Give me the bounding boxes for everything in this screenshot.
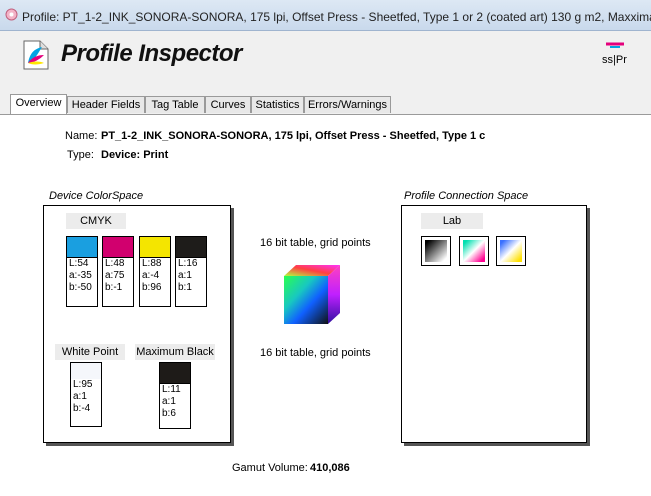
gamut-volume-label: Gamut Volume: <box>232 462 308 474</box>
cyan-swatch-card: L:54 a:-35 b:-50 <box>66 236 98 307</box>
b2a-table-info: 16 bit table, grid points <box>260 347 371 359</box>
type-label: Type: <box>67 149 94 161</box>
maximum-black-l-value: L:11 <box>162 384 181 395</box>
white-point-b-value: b:-4 <box>73 403 91 414</box>
window-title: Profile: PT_1-2_INK_SONORA-SONORA, 175 l… <box>22 10 651 24</box>
magenta-swatch <box>103 237 133 258</box>
color-cube-icon <box>284 265 340 324</box>
maximum-black-label: Maximum Black <box>135 344 215 360</box>
profile-name-value: PT_1-2_INK_SONORA-SONORA, 175 lpi, Offse… <box>101 130 486 142</box>
profile-type-value: Device: Print <box>101 149 169 161</box>
magenta-a-value: a:75 <box>105 270 125 281</box>
cmyk-label: CMYK <box>66 213 126 229</box>
white-point-card: L:95 a:1 b:-4 <box>70 362 102 427</box>
tab-statistics[interactable]: Statistics <box>251 96 304 113</box>
maximum-black-swatch <box>160 363 190 384</box>
blue-yellow-gradient-swatch <box>496 236 526 266</box>
white-point-swatch <box>71 363 101 379</box>
cyan-a-value: a:-35 <box>69 270 92 281</box>
a2b-table-info: 16 bit table, grid points <box>260 237 371 249</box>
magenta-l-value: L:48 <box>105 258 125 269</box>
cyan-l-value: L:54 <box>69 258 89 269</box>
black-l-value: L:16 <box>178 258 198 269</box>
tab-header-fields[interactable]: Header Fields <box>67 96 145 113</box>
window-title-bar[interactable]: Profile: PT_1-2_INK_SONORA-SONORA, 175 l… <box>0 0 651 31</box>
magenta-swatch-card: L:48 a:75 b:-1 <box>102 236 134 307</box>
lightness-gradient-swatch <box>421 236 451 266</box>
maximum-black-card: L:11 a:1 b:6 <box>159 362 191 429</box>
app-title: Profile Inspector <box>61 40 242 67</box>
yellow-a-value: a:-4 <box>142 270 160 281</box>
lab-label: Lab <box>421 213 483 229</box>
color-document-logo-icon <box>23 40 49 70</box>
sspr-logo-icon: ss|Pr <box>602 42 627 66</box>
black-swatch <box>176 237 206 258</box>
cyan-b-value: b:-50 <box>69 282 92 293</box>
device-colorspace-label: Device ColorSpace <box>49 190 144 202</box>
maximum-black-b-value: b:6 <box>162 408 176 419</box>
name-label: Name: <box>65 130 98 142</box>
app-icon <box>5 8 18 21</box>
sspr-logo-text: ss|Pr <box>602 54 627 66</box>
tab-curves[interactable]: Curves <box>205 96 251 113</box>
tab-overview[interactable]: Overview <box>10 94 67 114</box>
white-point-label: White Point <box>55 344 125 360</box>
tab-errors-warnings[interactable]: Errors/Warnings <box>304 96 391 113</box>
yellow-l-value: L:88 <box>142 258 162 269</box>
magenta-b-value: b:-1 <box>105 282 123 293</box>
white-point-l-value: L:95 <box>73 379 93 390</box>
white-point-a-value: a:1 <box>73 391 87 402</box>
pcs-label: Profile Connection Space <box>404 190 529 202</box>
yellow-swatch <box>140 237 170 258</box>
green-magenta-gradient-swatch <box>459 236 489 266</box>
black-b-value: b:1 <box>178 282 192 293</box>
yellow-swatch-card: L:88 a:-4 b:96 <box>139 236 171 307</box>
yellow-b-value: b:96 <box>142 282 162 293</box>
black-swatch-card: L:16 a:1 b:1 <box>175 236 207 307</box>
tab-tag-table[interactable]: Tag Table <box>145 96 205 113</box>
cyan-swatch <box>67 237 97 258</box>
maximum-black-a-value: a:1 <box>162 396 176 407</box>
gamut-volume-value: 410,086 <box>310 462 350 474</box>
black-a-value: a:1 <box>178 270 192 281</box>
